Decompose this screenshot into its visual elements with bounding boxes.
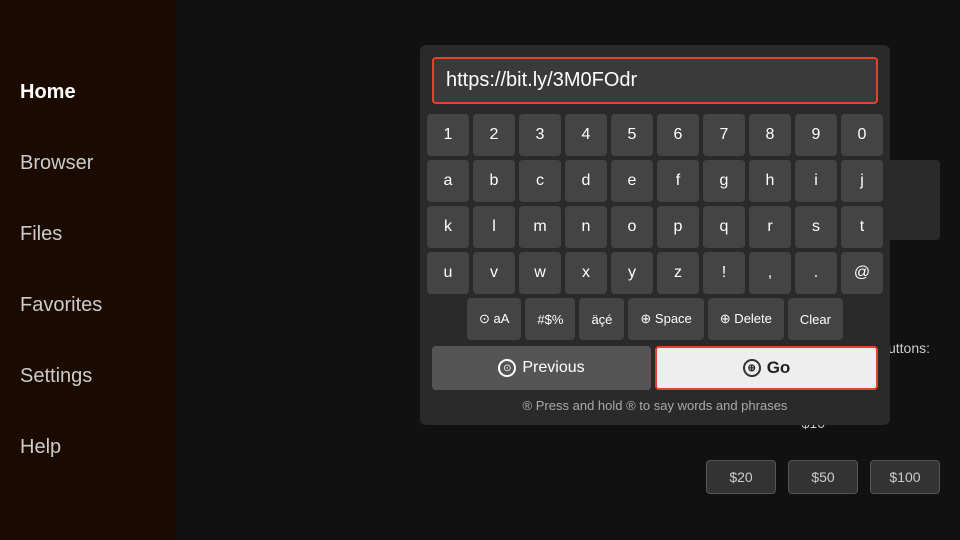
key-row-special: ⊙ aA #$% äçé ⊕ Space ⊕ Delete Clear xyxy=(432,298,878,340)
sidebar-item-favorites[interactable]: Favorites xyxy=(0,286,175,325)
key-3[interactable]: 3 xyxy=(519,114,561,156)
key-i[interactable]: i xyxy=(795,160,837,202)
key-comma[interactable]: , xyxy=(749,252,791,294)
donation-100[interactable]: $100 xyxy=(870,460,940,494)
key-8[interactable]: 8 xyxy=(749,114,791,156)
sidebar-item-files[interactable]: Files xyxy=(0,215,175,254)
go-button[interactable]: ⊕ Go xyxy=(655,346,878,390)
main-content: ase donation buttons: 1 2 3 4 5 6 7 8 9 … xyxy=(175,0,960,540)
key-f[interactable]: f xyxy=(657,160,699,202)
action-row: ⊙ Previous ⊕ Go xyxy=(432,346,878,390)
key-y[interactable]: y xyxy=(611,252,653,294)
key-clear[interactable]: Clear xyxy=(788,298,843,340)
sidebar-item-help[interactable]: Help xyxy=(0,428,175,467)
key-t[interactable]: t xyxy=(841,206,883,248)
key-row-kt: k l m n o p q r s t xyxy=(432,206,878,248)
key-e[interactable]: e xyxy=(611,160,653,202)
key-s[interactable]: s xyxy=(795,206,837,248)
key-l[interactable]: l xyxy=(473,206,515,248)
key-x[interactable]: x xyxy=(565,252,607,294)
donation-buttons: $20 $50 $100 xyxy=(706,460,940,494)
key-capslock[interactable]: ⊙ aA xyxy=(467,298,521,340)
key-row-uz: u v w x y z ! , . @ xyxy=(432,252,878,294)
key-2[interactable]: 2 xyxy=(473,114,515,156)
voice-hint: ® Press and hold ® to say words and phra… xyxy=(432,398,878,413)
keyboard: 1 2 3 4 5 6 7 8 9 0 a b c d e f g h xyxy=(432,114,878,340)
sidebar-item-home[interactable]: Home xyxy=(0,73,175,112)
key-o[interactable]: o xyxy=(611,206,653,248)
key-g[interactable]: g xyxy=(703,160,745,202)
key-4[interactable]: 4 xyxy=(565,114,607,156)
key-a[interactable]: a xyxy=(427,160,469,202)
key-d[interactable]: d xyxy=(565,160,607,202)
key-0[interactable]: 0 xyxy=(841,114,883,156)
url-input[interactable] xyxy=(434,59,876,102)
mic-icon: ® xyxy=(523,398,533,413)
key-m[interactable]: m xyxy=(519,206,561,248)
key-7[interactable]: 7 xyxy=(703,114,745,156)
key-1[interactable]: 1 xyxy=(427,114,469,156)
key-period[interactable]: . xyxy=(795,252,837,294)
key-b[interactable]: b xyxy=(473,160,515,202)
key-p[interactable]: p xyxy=(657,206,699,248)
go-icon: ⊕ xyxy=(743,359,761,377)
previous-button[interactable]: ⊙ Previous xyxy=(432,346,651,390)
key-n[interactable]: n xyxy=(565,206,607,248)
key-z[interactable]: z xyxy=(657,252,699,294)
key-row-numbers: 1 2 3 4 5 6 7 8 9 0 xyxy=(432,114,878,156)
key-delete[interactable]: ⊕ Delete xyxy=(708,298,784,340)
key-at[interactable]: @ xyxy=(841,252,883,294)
key-symbols[interactable]: #$% xyxy=(525,298,575,340)
previous-icon: ⊙ xyxy=(498,359,516,377)
key-u[interactable]: u xyxy=(427,252,469,294)
key-accents[interactable]: äçé xyxy=(579,298,624,340)
key-5[interactable]: 5 xyxy=(611,114,653,156)
key-space[interactable]: ⊕ Space xyxy=(628,298,703,340)
key-c[interactable]: c xyxy=(519,160,561,202)
key-w[interactable]: w xyxy=(519,252,561,294)
key-exclamation[interactable]: ! xyxy=(703,252,745,294)
key-k[interactable]: k xyxy=(427,206,469,248)
sidebar: Home Browser Files Favorites Settings He… xyxy=(0,0,175,540)
key-v[interactable]: v xyxy=(473,252,515,294)
key-6[interactable]: 6 xyxy=(657,114,699,156)
url-input-container xyxy=(432,57,878,104)
key-9[interactable]: 9 xyxy=(795,114,837,156)
key-h[interactable]: h xyxy=(749,160,791,202)
donation-50[interactable]: $50 xyxy=(788,460,858,494)
key-row-aj: a b c d e f g h i j xyxy=(432,160,878,202)
key-r[interactable]: r xyxy=(749,206,791,248)
keyboard-overlay: 1 2 3 4 5 6 7 8 9 0 a b c d e f g h xyxy=(420,45,890,425)
sidebar-item-browser[interactable]: Browser xyxy=(0,144,175,183)
key-q[interactable]: q xyxy=(703,206,745,248)
sidebar-item-settings[interactable]: Settings xyxy=(0,357,175,396)
donation-20[interactable]: $20 xyxy=(706,460,776,494)
key-j[interactable]: j xyxy=(841,160,883,202)
